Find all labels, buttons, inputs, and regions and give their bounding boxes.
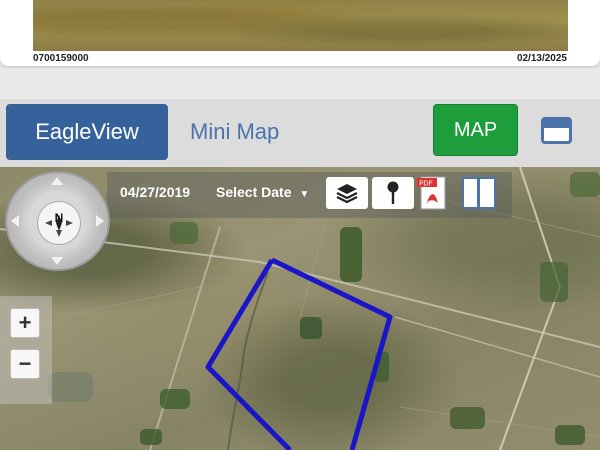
imagery-date: 04/27/2019 bbox=[120, 184, 191, 200]
compass-center: N bbox=[37, 201, 81, 245]
layers-icon bbox=[336, 184, 358, 204]
tab-mini-map[interactable]: Mini Map bbox=[190, 119, 279, 145]
compare-icon[interactable] bbox=[462, 177, 496, 209]
pdf-icon: PDF bbox=[417, 176, 446, 210]
layers-button[interactable] bbox=[326, 177, 368, 209]
parcel-id: 0700159000 bbox=[33, 53, 89, 64]
tab-eagleview[interactable]: EagleView bbox=[6, 104, 168, 160]
select-date-dropdown[interactable]: Select Date ▼ bbox=[216, 184, 309, 200]
aerial-map[interactable]: 04/27/2019 Select Date ▼ PDF N + − bbox=[0, 167, 600, 450]
pin-icon bbox=[387, 181, 399, 204]
app-root: 0700159000 02/13/2025 EagleView Mini Map… bbox=[0, 0, 600, 450]
zoom-in-button[interactable]: + bbox=[10, 308, 40, 338]
zoom-out-button[interactable]: − bbox=[10, 349, 40, 379]
zoom-controls: + − bbox=[0, 296, 52, 404]
compass-icon[interactable]: N bbox=[5, 171, 110, 271]
chevron-down-icon: ▼ bbox=[299, 189, 310, 200]
window-icon[interactable] bbox=[541, 117, 572, 144]
map-button[interactable]: MAP bbox=[433, 104, 518, 156]
compass-north-label: N bbox=[54, 211, 64, 225]
pin-button[interactable] bbox=[372, 177, 414, 209]
parcel-photo[interactable] bbox=[33, 0, 568, 51]
svg-text:PDF: PDF bbox=[419, 180, 433, 188]
parcel-photo-card: 0700159000 02/13/2025 bbox=[0, 0, 600, 66]
pdf-button[interactable]: PDF bbox=[416, 175, 450, 211]
view-tab-bar: EagleView Mini Map MAP bbox=[0, 99, 600, 167]
select-date-label: Select Date bbox=[216, 184, 292, 200]
photo-date: 02/13/2025 bbox=[516, 53, 567, 64]
